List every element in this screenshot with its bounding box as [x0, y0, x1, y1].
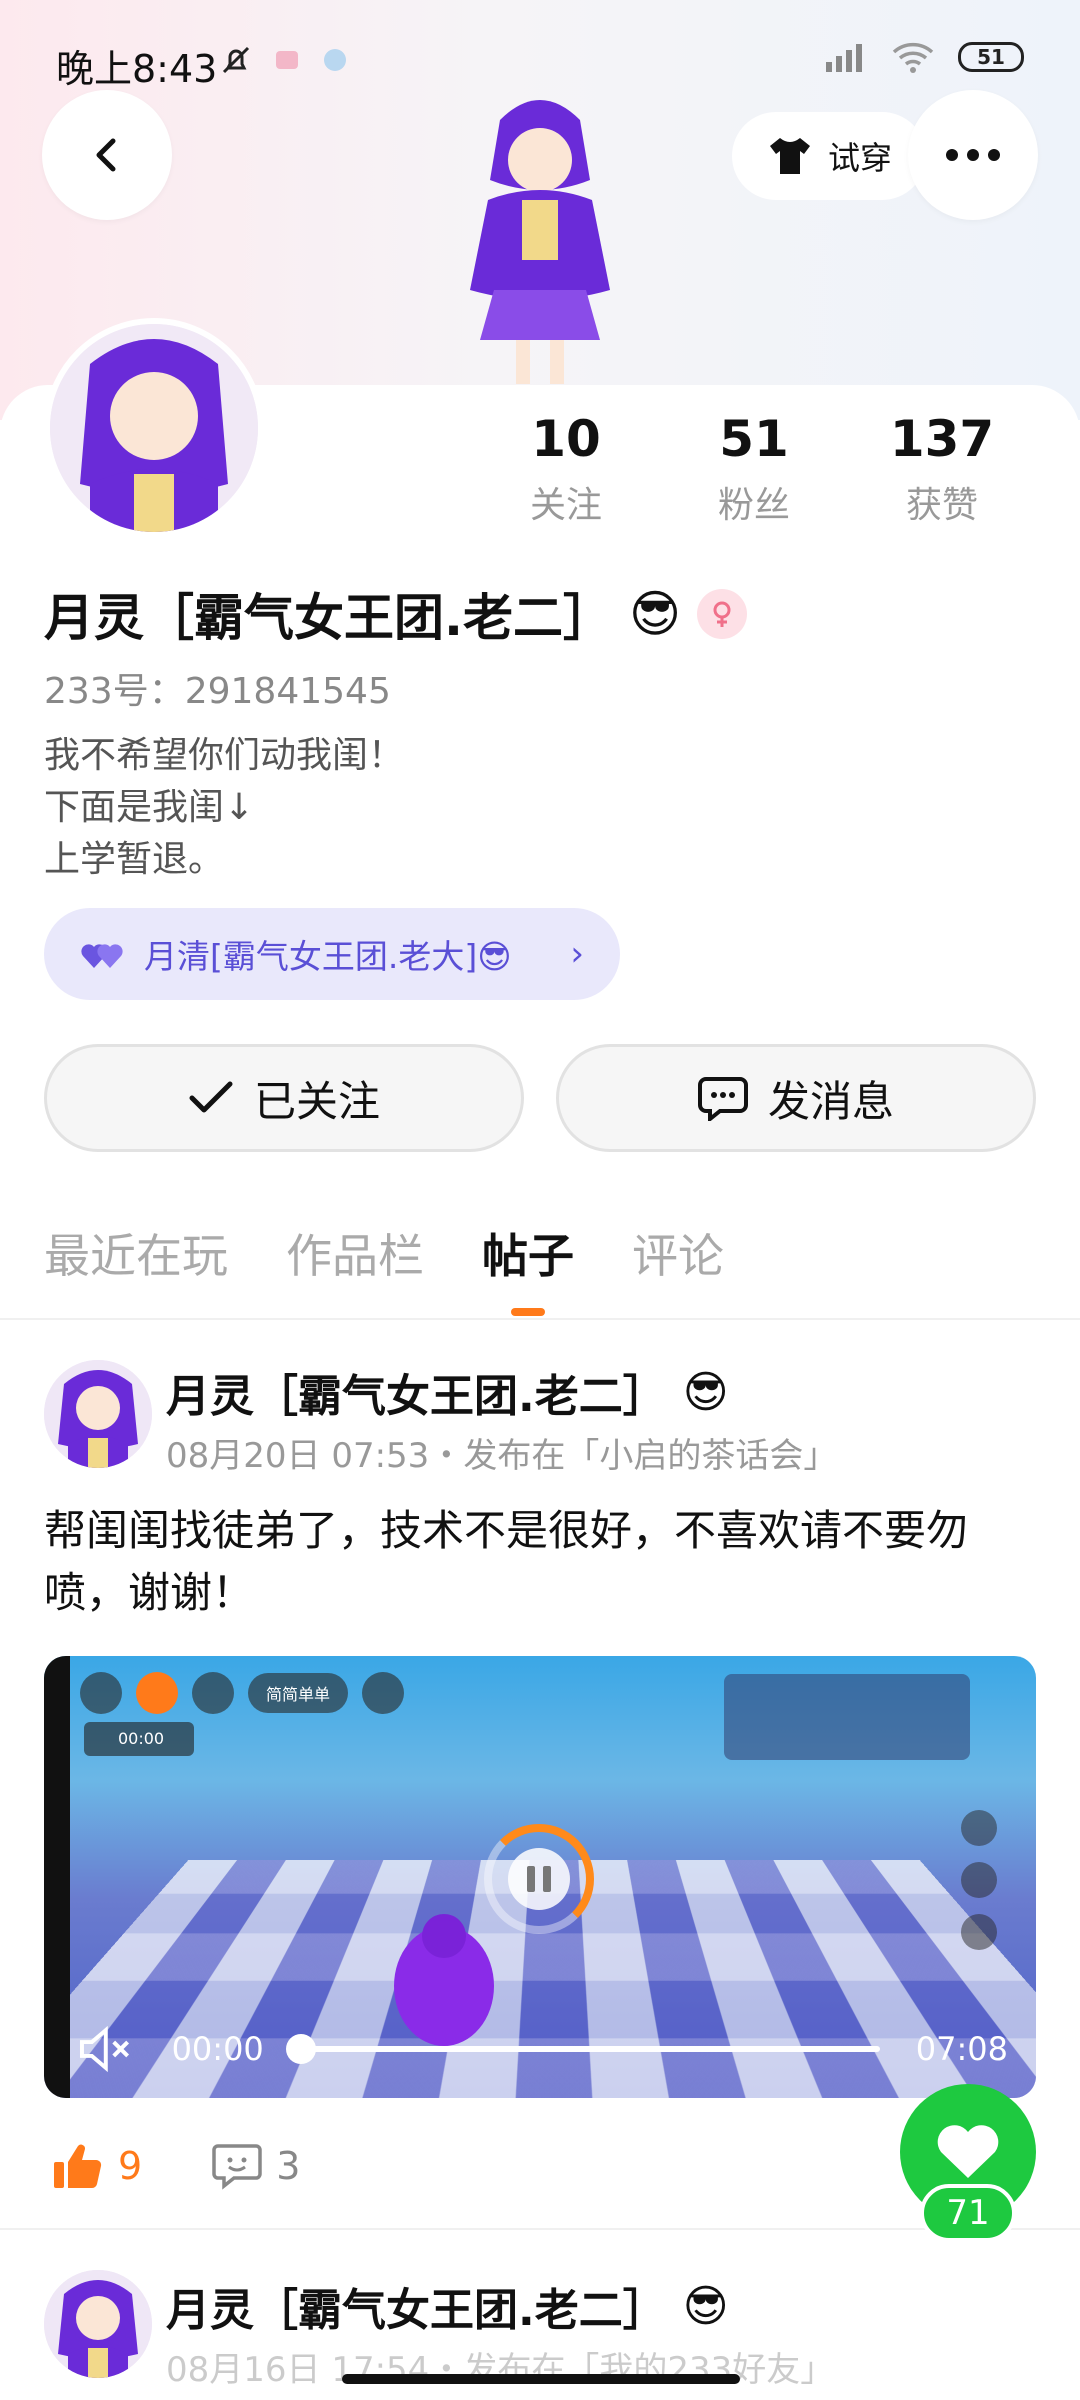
bio-line: 上学暂退。 — [44, 839, 225, 880]
try-on-label: 试穿 — [827, 139, 892, 177]
like-button[interactable]: 9 — [52, 2142, 142, 2190]
post-actions: 9 3 — [52, 2142, 300, 2190]
likes-label: 获赞 — [905, 485, 978, 526]
best-friend-link[interactable]: 月清[霸气女王团.老大]😎 › — [44, 908, 620, 1000]
pause-button[interactable] — [484, 1824, 594, 1934]
game-side-buttons-icon — [961, 1810, 997, 1950]
chat-icon — [136, 1672, 178, 1714]
heart-icon — [937, 2125, 999, 2178]
comment-count: 3 — [276, 2144, 301, 2188]
menu-icon — [80, 1672, 122, 1714]
video-progress-bar[interactable] — [285, 2034, 880, 2064]
post-meta: 08月20日 07:53・发布在「小启的茶话会」 — [166, 1436, 838, 1476]
post-author-emoji: 😎 — [682, 2280, 729, 2332]
more-options-button[interactable] — [908, 90, 1038, 220]
profile-bio: 我不希望你们动我闺！ 下面是我闺↓ 上学暂退。 — [44, 730, 404, 886]
mute-speaker-icon[interactable] — [78, 2024, 134, 2074]
user-id: 233号：291841545 — [44, 671, 391, 712]
post-video[interactable]: 简简单单 00:00 00:00 07:08 — [44, 1656, 1036, 2098]
pause-icon — [508, 1848, 570, 1910]
bio-line: 我不希望你们动我闺！ — [44, 735, 405, 776]
chevron-left-icon — [96, 138, 116, 172]
comment-button[interactable]: 3 — [212, 2142, 300, 2190]
stat-likes[interactable]: 137 获赞 — [848, 410, 1036, 528]
mute-bell-icon — [222, 46, 250, 74]
video-duration: 07:08 — [915, 2030, 1008, 2068]
game-user-pill: 简简单单 — [248, 1673, 349, 1713]
best-friend-name: 月清[霸气女王团.老大]😎 — [144, 937, 512, 976]
tab-works[interactable]: 作品栏 — [286, 1220, 424, 1316]
send-message-button[interactable]: 发消息 — [556, 1044, 1036, 1152]
fans-count: 51 — [719, 410, 789, 468]
comment-icon — [212, 2144, 262, 2190]
post-author[interactable]: 月灵［霸气女王团.老二］ 😎 — [166, 1360, 729, 1424]
post-author-name: 月灵［霸气女王团.老二］ — [166, 1371, 667, 1422]
profile-avatar[interactable] — [44, 318, 264, 538]
post-author-avatar[interactable] — [44, 2270, 152, 2378]
video-controls: 00:00 07:08 — [78, 2024, 1008, 2074]
chevron-right-icon: › — [570, 934, 584, 974]
record-timer: 00:00 — [84, 1722, 194, 1756]
chat-bubble-icon — [697, 1077, 748, 1121]
signal-icon — [826, 44, 862, 72]
likes-count: 137 — [889, 410, 995, 468]
thumbs-up-icon — [362, 1672, 405, 1714]
banner-character-avatar — [430, 90, 650, 390]
app-notification-icon-2 — [324, 49, 346, 71]
profile-name-text: 月灵［霸气女王团.老二］ — [44, 589, 613, 647]
try-on-button[interactable]: 试穿 — [732, 112, 926, 200]
tab-posts[interactable]: 帖子 — [482, 1220, 574, 1316]
profile-name: 月灵［霸气女王团.老二］ 😎 — [44, 578, 748, 650]
status-system-icons: 51 — [822, 40, 1024, 74]
checkmark-icon — [189, 1081, 233, 1113]
fans-label: 粉丝 — [717, 485, 790, 526]
send-message-label: 发消息 — [767, 1076, 894, 1126]
tab-recently-played[interactable]: 最近在玩 — [44, 1220, 228, 1316]
tshirt-icon — [769, 138, 810, 174]
video-leaderboard — [724, 1674, 970, 1760]
status-time: 晚上8:43 — [56, 47, 218, 91]
post-separator — [0, 2228, 1080, 2230]
profile-name-emoji: 😎 — [629, 585, 682, 643]
status-notification-icons — [218, 42, 350, 78]
app-notification-icon — [276, 51, 298, 69]
like-count: 9 — [118, 2144, 143, 2188]
stat-following[interactable]: 10 关注 — [472, 410, 660, 528]
stat-fans[interactable]: 51 粉丝 — [660, 410, 848, 528]
post-author[interactable]: 月灵［霸气女王团.老二］ 😎 — [166, 2274, 729, 2338]
tabs-divider — [0, 1318, 1080, 1320]
video-progress-knob[interactable] — [285, 2034, 316, 2064]
floating-like-count: 71 — [920, 2184, 1016, 2242]
followed-button[interactable]: 已关注 — [44, 1044, 524, 1152]
followed-label: 已关注 — [253, 1076, 380, 1126]
back-button[interactable] — [42, 90, 172, 220]
video-current-time: 00:00 — [171, 2030, 264, 2068]
profile-stats: 10 关注 51 粉丝 137 获赞 — [472, 410, 1036, 528]
female-gender-icon — [697, 589, 748, 639]
post-author-name: 月灵［霸气女王团.老二］ — [166, 2285, 667, 2336]
video-left-bar — [44, 1656, 70, 2098]
following-count: 10 — [531, 410, 601, 468]
double-heart-icon — [81, 944, 123, 968]
profile-tabs: 最近在玩 作品栏 帖子 评论 — [44, 1220, 724, 1316]
video-game-toolbar: 简简单单 — [80, 1672, 405, 1714]
friends-icon — [192, 1672, 234, 1714]
thumbs-up-icon — [54, 2144, 102, 2189]
following-label: 关注 — [529, 485, 602, 526]
post-author-avatar[interactable] — [44, 1360, 152, 1468]
tab-comments[interactable]: 评论 — [632, 1220, 724, 1316]
battery-indicator: 51 — [958, 42, 1024, 72]
post-text: 帮闺闺找徒弟了，技术不是很好，不喜欢请不要勿喷，谢谢！ — [44, 1506, 969, 1617]
more-dots-icon — [946, 149, 1000, 161]
post-author-emoji: 😎 — [682, 1366, 729, 1418]
home-indicator[interactable] — [342, 2374, 740, 2384]
wifi-icon — [892, 42, 934, 73]
bio-line: 下面是我闺↓ — [44, 787, 255, 828]
